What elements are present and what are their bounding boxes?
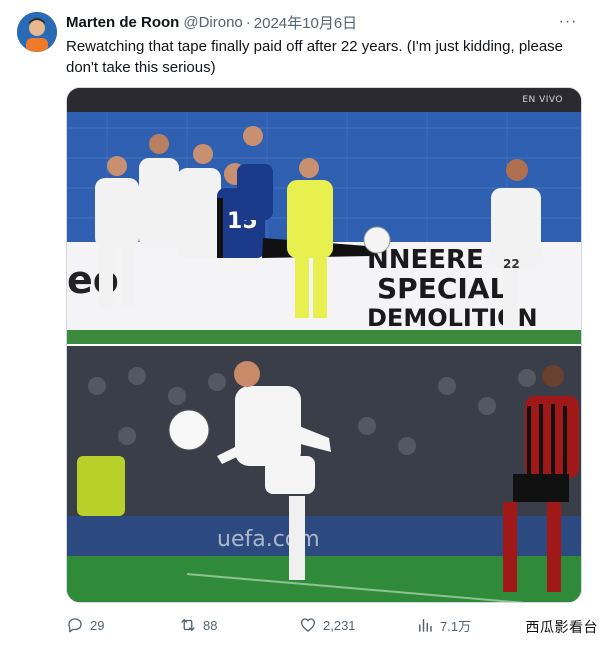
views-button[interactable]: 7.1万 [416,616,471,635]
views-count: 7.1万 [440,618,472,634]
tweet-actions: 29 88 2,231 7.1万 [66,614,586,636]
heart-icon [300,618,316,632]
tweet-media[interactable]: NNEERE SPECIAL DEMOLITION eo 15 22 EN VI… [66,87,582,603]
author-name[interactable]: Marten de Roon [66,14,179,31]
reply-count: 29 [90,617,105,633]
live-badge: EN VIVO [522,95,563,105]
volley-photo-image: NNEERE SPECIAL DEMOLITION eo 15 22 [67,88,581,344]
separator-dot: · [245,13,251,31]
ad-board-line-2: SPECIAL [377,272,507,305]
more-dots-icon[interactable]: ··· [556,10,580,34]
classic-volley-photo-image: uefa.com [67,346,581,602]
views-chart-icon [419,619,432,632]
tweet-text: Rewatching that tape finally paid off af… [66,38,564,76]
like-button[interactable]: 2,231 [299,616,356,634]
media-photo-classic-volley[interactable]: uefa.com [67,346,581,602]
retweet-count: 88 [203,617,218,633]
retweet-button[interactable]: 88 [179,616,217,634]
reply-button[interactable]: 29 [66,616,104,634]
tweet-date[interactable]: 2024年10月6日 [254,12,357,33]
reply-icon [68,618,82,633]
avatar-image [17,12,57,52]
watermark-text: 西瓜影看台 [525,620,598,636]
retweet-icon [181,619,195,631]
author-handle[interactable]: @Dirono [183,14,242,31]
tweet-header: Marten de Roon @Dirono · 2024年10月6日 [66,12,580,32]
like-count: 2,231 [323,617,356,633]
avatar[interactable] [17,12,57,52]
media-photo-volley[interactable]: NNEERE SPECIAL DEMOLITION eo 15 22 EN VI… [67,88,581,344]
